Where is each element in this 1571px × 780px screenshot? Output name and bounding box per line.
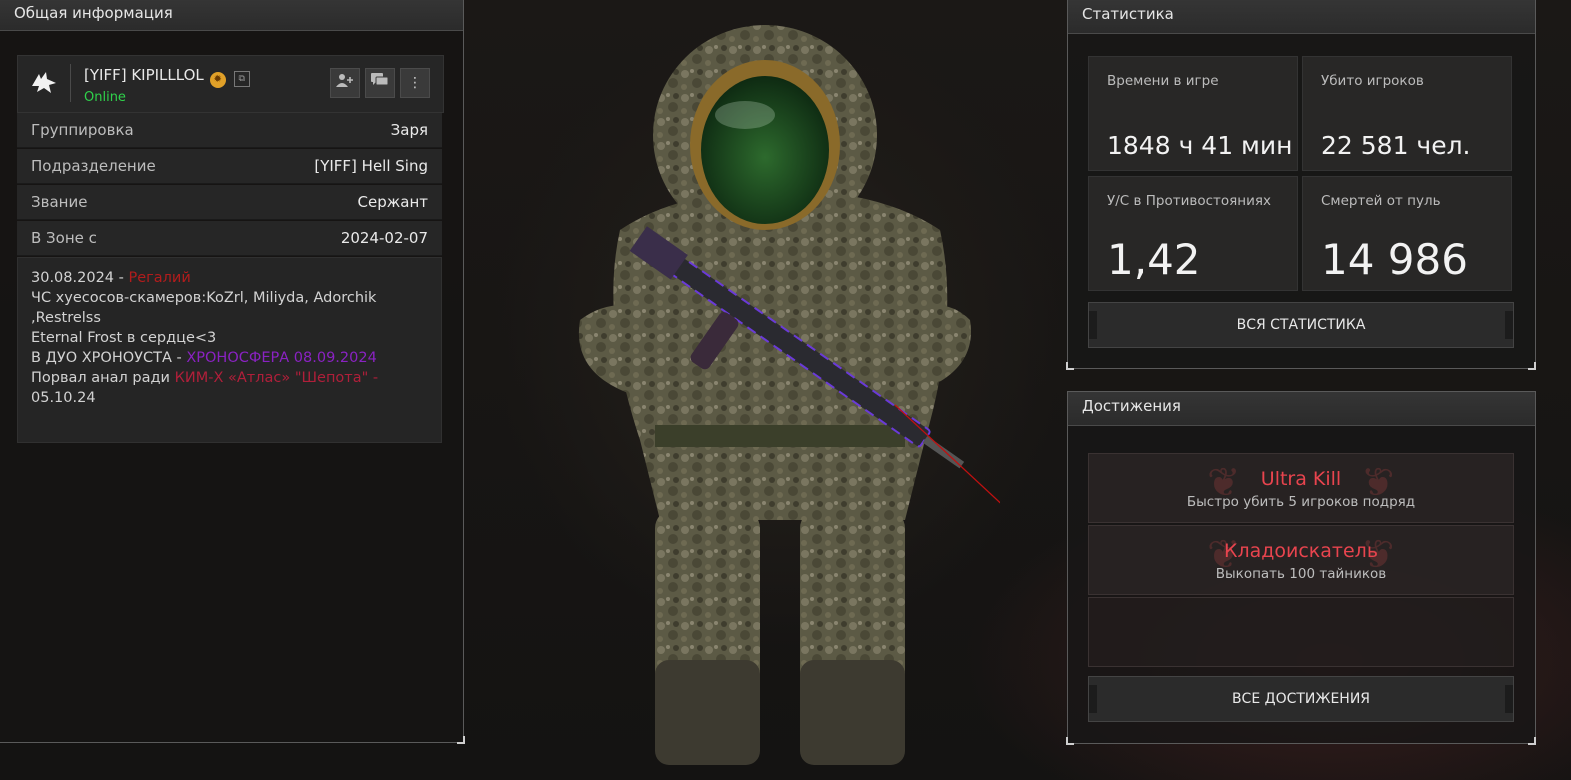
add-friend-button[interactable] — [330, 68, 360, 98]
frame-corner — [1528, 737, 1536, 745]
achievement-item[interactable]: ❦ ❦ Кладоискатель Выкопать 100 тайников — [1088, 525, 1514, 595]
stat-label: У/С в Противостояниях — [1107, 193, 1271, 209]
achievement-desc: Выкопать 100 тайников — [1215, 566, 1387, 582]
row-value: [YIFF] Hell Sing — [314, 157, 428, 175]
frame-corner — [457, 736, 465, 744]
player-name-line: [YIFF] KIPILLLOL ✹ ⧉ — [84, 66, 250, 88]
stat-value: 22 581 чел. — [1321, 131, 1471, 160]
wolf-logo-icon — [28, 68, 60, 100]
stat-label: Убито игроков — [1321, 73, 1424, 89]
achievement-empty-slot — [1088, 597, 1514, 667]
button-label: ВСЕ ДОСТИЖЕНИЯ — [1231, 691, 1371, 707]
more-options-button[interactable]: ⋮ — [400, 68, 430, 98]
row-faction: Группировка Заря — [17, 113, 442, 148]
frame-corner — [1066, 362, 1074, 370]
player-bio: 30.08.2024 - Регалий ЧС хуесосов-скамеро… — [17, 257, 442, 443]
row-value: 2024-02-07 — [340, 229, 428, 247]
achievement-title: Ultra Kill — [1260, 468, 1342, 490]
row-label: Звание — [31, 193, 88, 211]
button-label: ВСЯ СТАТИСТИКА — [1236, 317, 1366, 333]
bio-line: Порвал анал ради КИМ-Х «Атлас» "Шепота" … — [31, 368, 428, 388]
profile-card: [YIFF] KIPILLLOL ✹ ⧉ Online ⋮ — [17, 55, 444, 113]
button-edge — [1505, 311, 1513, 339]
row-division: Подразделение [YIFF] Hell Sing — [17, 149, 442, 184]
bio-text: В ДУО ХРОНОУСТА - — [31, 350, 187, 366]
bio-highlight: Регалий — [128, 270, 191, 286]
player-name: [YIFF] KIPILLLOL — [84, 66, 204, 84]
row-label: Группировка — [31, 121, 134, 139]
button-edge — [1089, 311, 1097, 339]
message-button[interactable] — [365, 68, 395, 98]
character-model[interactable] — [560, 20, 1000, 770]
stat-kd-ratio: У/С в Противостояниях 1,42 — [1088, 176, 1298, 291]
stat-label: Времени в игре — [1107, 73, 1219, 89]
bio-line: 05.10.24 — [31, 390, 96, 406]
bio-highlight: КИМ-Х «Атлас» "Шепота" - — [174, 370, 379, 386]
bio-line: ЧС хуесосов-скамеров:KoZrl, Miliyda, Ado… — [31, 290, 377, 326]
row-value: Сержант — [357, 193, 428, 211]
stat-value: 14 986 — [1321, 235, 1468, 284]
bio-highlight: ХРОНОСФЕРА 08.09.2024 — [186, 350, 377, 366]
achievement-item[interactable]: ❦ ❦ Ultra Kill Быстро убить 5 игроков по… — [1088, 453, 1514, 523]
rank-badge-icon: ✹ — [209, 72, 226, 88]
achievements-title: Достижения — [1068, 392, 1535, 426]
stat-bullet-deaths: Смертей от пуль 14 986 — [1302, 176, 1512, 291]
achievements-panel: Достижения ❦ ❦ Ultra Kill Быстро убить 5… — [1067, 391, 1536, 744]
bio-text: 30.08.2024 - — [31, 270, 129, 286]
statistics-title: Статистика — [1068, 0, 1535, 34]
online-status: Online — [84, 90, 126, 105]
row-rank: Звание Сержант — [17, 185, 442, 220]
button-edge — [1505, 685, 1513, 713]
general-info-title: Общая информация — [0, 0, 463, 31]
bio-line: В ДУО ХРОНОУСТА - ХРОНОСФЕРА 08.09.2024 — [31, 348, 428, 368]
all-achievements-button[interactable]: ВСЕ ДОСТИЖЕНИЯ — [1088, 676, 1514, 722]
stat-kills: Убито игроков 22 581 чел. — [1302, 56, 1512, 171]
bio-line: Eternal Frost в сердце<3 — [31, 330, 217, 346]
achievement-desc: Быстро убить 5 игроков подряд — [1186, 494, 1416, 510]
chat-icon — [371, 73, 389, 86]
bio-text: Порвал анал ради — [31, 370, 175, 386]
statistics-panel: Статистика Времени в игре 1848 ч 41 мин … — [1067, 0, 1536, 369]
row-value: Заря — [390, 121, 428, 139]
row-label: В Зоне с — [31, 229, 97, 247]
achievement-title: Кладоискатель — [1223, 540, 1379, 562]
stat-label: Смертей от пуль — [1321, 193, 1441, 209]
more-vertical-icon: ⋮ — [408, 75, 422, 91]
copy-icon[interactable]: ⧉ — [233, 71, 250, 87]
bio-line: 30.08.2024 - Регалий — [31, 268, 428, 288]
row-zone-since: В Зоне с 2024-02-07 — [17, 221, 442, 256]
frame-corner — [1528, 362, 1536, 370]
divider — [70, 64, 71, 102]
all-statistics-button[interactable]: ВСЯ СТАТИСТИКА — [1088, 302, 1514, 348]
add-user-icon — [336, 74, 353, 87]
button-edge — [1089, 685, 1097, 713]
general-info-panel: Общая информация [YIFF] KIPILLLOL ✹ ⧉ Onli… — [0, 0, 464, 743]
stat-value: 1848 ч 41 мин — [1107, 131, 1293, 160]
stat-playtime: Времени в игре 1848 ч 41 мин — [1088, 56, 1298, 171]
frame-corner — [1066, 737, 1074, 745]
stat-value: 1,42 — [1107, 235, 1201, 284]
row-label: Подразделение — [31, 157, 156, 175]
